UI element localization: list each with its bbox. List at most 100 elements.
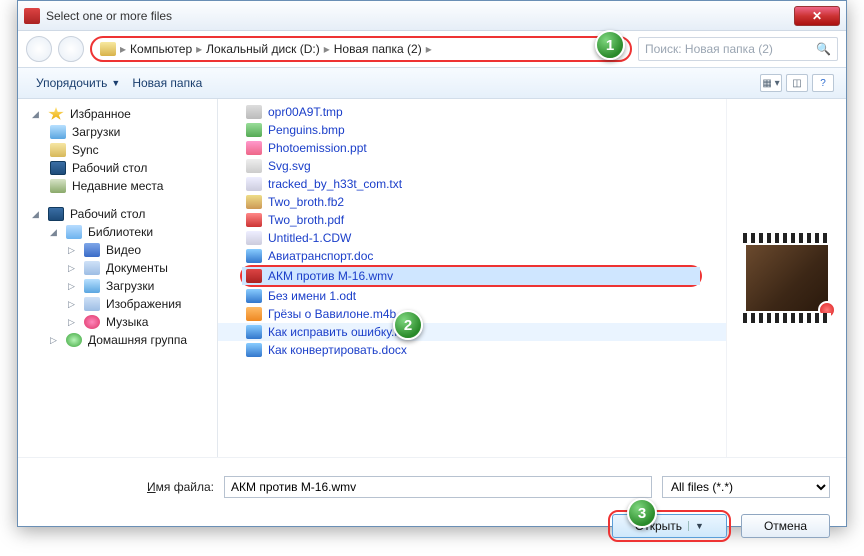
sidebar-item-sync[interactable]: Sync <box>22 141 213 159</box>
sidebar-label: Загрузки <box>72 125 120 139</box>
sidebar-item-libraries[interactable]: ◢Библиотеки <box>22 223 213 241</box>
file-name: Svg.svg <box>268 159 311 173</box>
file-row[interactable]: Svg.svg <box>218 157 726 175</box>
sidebar-label: Sync <box>72 143 99 157</box>
sidebar-label: Недавние места <box>72 179 163 193</box>
file-row[interactable]: Грёзы о Вавилоне.m4b <box>218 305 726 323</box>
sidebar-item-video[interactable]: ▷Видео <box>22 241 213 259</box>
file-icon <box>246 213 262 227</box>
sidebar-label: Рабочий стол <box>70 207 145 221</box>
app-icon <box>24 8 40 24</box>
file-type-filter[interactable]: All files (*.*) <box>662 476 830 498</box>
file-row[interactable]: Two_broth.pdf <box>218 211 726 229</box>
sidebar-item-favorites[interactable]: ◢ Избранное <box>22 105 213 123</box>
sidebar-item-desktop[interactable]: Рабочий стол <box>22 159 213 177</box>
file-icon <box>246 123 262 137</box>
library-icon <box>66 225 82 239</box>
file-row[interactable]: opr00A9T.tmp <box>218 103 726 121</box>
file-row[interactable]: Penguins.bmp <box>218 121 726 139</box>
file-icon <box>246 343 262 357</box>
sidebar-item-homegroup[interactable]: ▷Домашняя группа <box>22 331 213 349</box>
sidebar-item-downloads-lib[interactable]: ▷Загрузки <box>22 277 213 295</box>
file-name: АКМ против М-16.wmv <box>268 269 393 283</box>
file-name: Two_broth.fb2 <box>268 195 344 209</box>
cancel-button[interactable]: Отмена <box>741 514 830 538</box>
file-row[interactable]: Как исправить ошибку.mht <box>218 323 726 341</box>
desktop-icon <box>50 161 66 175</box>
sidebar-item-desktop-root[interactable]: ◢Рабочий стол <box>22 205 213 223</box>
recent-icon <box>50 179 66 193</box>
file-name: Как конвертировать.docx <box>268 343 407 357</box>
sidebar-item-music[interactable]: ▷ Музыка <box>22 313 213 331</box>
chevron-right-icon: ▸ <box>426 42 432 56</box>
preview-pane <box>726 99 846 457</box>
view-mode-button[interactable]: ▦ ▾ <box>760 74 782 92</box>
new-folder-label: Новая папка <box>132 76 202 90</box>
filename-input[interactable] <box>224 476 652 498</box>
file-icon <box>246 307 262 321</box>
tree-collapse-icon: ◢ <box>32 109 42 120</box>
dialog-footer: Имя файла: All files (*.*) Открыть ▼ Отм… <box>18 457 846 556</box>
crumb-drive[interactable]: Локальный диск (D:) <box>206 42 320 56</box>
file-name: tracked_by_h33t_com.txt <box>268 177 402 191</box>
nav-forward-button[interactable] <box>58 36 84 62</box>
filename-label: Имя файла: <box>34 480 214 494</box>
file-row[interactable]: Без имени 1.odt <box>218 287 726 305</box>
sidebar-label: Домашняя группа <box>88 333 187 347</box>
organize-menu[interactable]: Упорядочить ▼ <box>30 72 126 94</box>
sidebar-label: Изображения <box>106 297 181 311</box>
file-list[interactable]: opr00A9T.tmp Penguins.bmp Photoemission.… <box>218 99 726 457</box>
chevron-down-icon[interactable]: ▼ <box>688 521 704 531</box>
new-folder-button[interactable]: Новая папка <box>126 72 208 94</box>
help-button[interactable]: ? <box>812 74 834 92</box>
breadcrumb[interactable]: ▸ Компьютер ▸ Локальный диск (D:) ▸ Нова… <box>90 36 632 62</box>
sidebar-label: Видео <box>106 243 141 257</box>
sidebar-item-downloads[interactable]: Загрузки <box>22 123 213 141</box>
file-row[interactable]: Photoemission.ppt <box>218 139 726 157</box>
file-icon <box>246 195 262 209</box>
search-icon: 🔍 <box>816 42 831 56</box>
chevron-down-icon: ▼ <box>111 78 120 88</box>
folder-icon <box>50 125 66 139</box>
sidebar-item-images[interactable]: ▷Изображения <box>22 295 213 313</box>
navbar: ▸ Компьютер ▸ Локальный диск (D:) ▸ Нова… <box>18 31 846 67</box>
titlebar: Select one or more files ✕ <box>18 1 846 31</box>
file-name: Two_broth.pdf <box>268 213 344 227</box>
file-icon <box>246 231 262 245</box>
crumb-folder[interactable]: Новая папка (2) <box>334 42 422 56</box>
file-name: Грёзы о Вавилоне.m4b <box>268 307 396 321</box>
preview-pane-button[interactable]: ◫ <box>786 74 808 92</box>
file-icon <box>246 177 262 191</box>
sidebar-label: Библиотеки <box>88 225 153 239</box>
selected-file-highlight: АКМ против М-16.wmv <box>240 265 702 287</box>
file-row-selected[interactable]: АКМ против М-16.wmv <box>242 267 700 285</box>
file-name: Penguins.bmp <box>268 123 345 137</box>
close-icon: ✕ <box>812 9 822 23</box>
crumb-computer[interactable]: Компьютер <box>130 42 192 56</box>
file-row[interactable]: Two_broth.fb2 <box>218 193 726 211</box>
file-row[interactable]: Как конвертировать.docx <box>218 341 726 359</box>
video-icon <box>84 243 100 257</box>
file-row[interactable]: Авиатранспорт.doc <box>218 247 726 265</box>
video-thumbnail <box>742 241 832 315</box>
file-row[interactable]: tracked_by_h33t_com.txt <box>218 175 726 193</box>
nav-back-button[interactable] <box>26 36 52 62</box>
close-button[interactable]: ✕ <box>794 6 840 26</box>
search-input[interactable]: Поиск: Новая папка (2) 🔍 <box>638 37 838 61</box>
annotation-callout-1: 1 <box>595 30 625 60</box>
folder-icon <box>84 279 100 293</box>
search-placeholder: Поиск: Новая папка (2) <box>645 42 810 56</box>
tree-expand-icon: ▷ <box>68 281 78 292</box>
music-icon <box>84 315 100 329</box>
sidebar-item-docs[interactable]: ▷Документы <box>22 259 213 277</box>
annotation-callout-3: 3 <box>627 498 657 528</box>
sidebar-label: Музыка <box>106 315 148 329</box>
sidebar-item-recent[interactable]: Недавние места <box>22 177 213 195</box>
tree-expand-icon: ▷ <box>68 317 78 328</box>
file-icon <box>246 141 262 155</box>
folder-icon <box>50 143 66 157</box>
sidebar-label: Избранное <box>70 107 131 121</box>
drive-icon <box>100 42 116 56</box>
file-row[interactable]: Untitled-1.CDW <box>218 229 726 247</box>
content-area: ◢ Избранное Загрузки Sync Рабочий стол Не… <box>18 99 846 457</box>
